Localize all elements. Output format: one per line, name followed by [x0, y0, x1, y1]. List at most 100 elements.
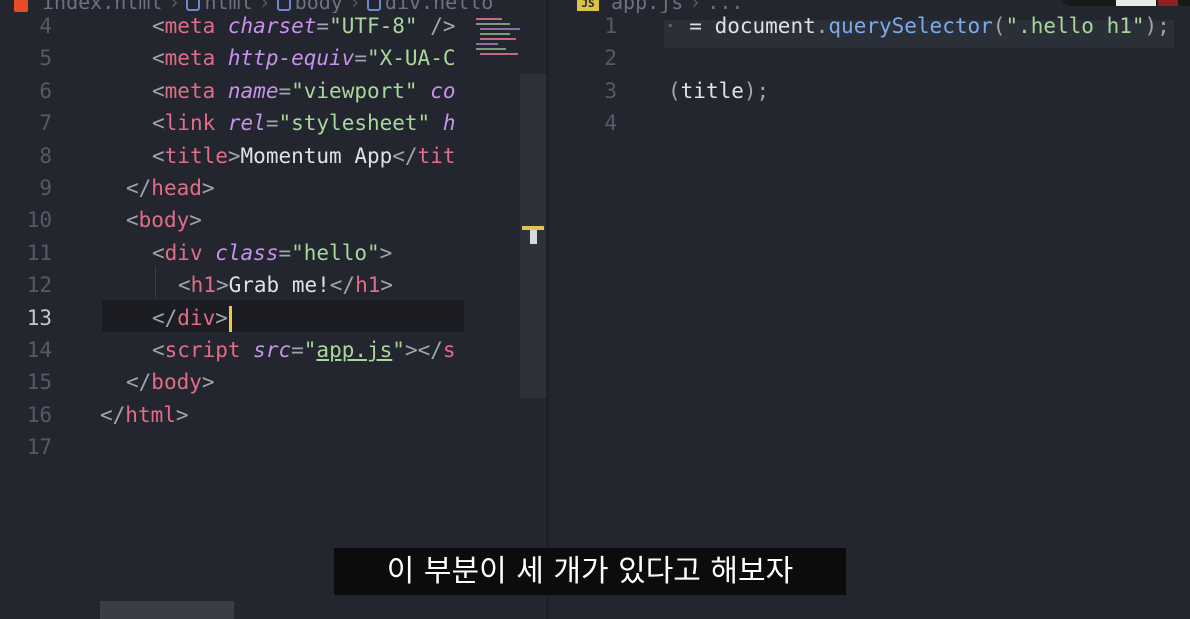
line-number: 11 [26, 241, 52, 265]
code-token: "hello" [291, 241, 380, 265]
code-token: ( [668, 79, 681, 103]
code-token: < [152, 338, 165, 362]
js-file-icon: JS [577, 0, 599, 11]
code-token: ); [1144, 14, 1170, 38]
horizontal-scrollbar[interactable] [100, 601, 234, 619]
code-token: title [680, 79, 744, 103]
code-line[interactable]: <link rel="stylesheet" h [152, 107, 456, 139]
code-line[interactable]: <div class="hello"> [152, 237, 392, 269]
presenter-hair [1158, 0, 1178, 6]
code-token: = [278, 241, 292, 265]
code-token: Momentum App [240, 144, 393, 168]
code-token: " [303, 338, 317, 362]
code-token: h [442, 111, 456, 135]
code-token: ".hello h1" [1005, 14, 1145, 38]
code-token: < [152, 111, 165, 135]
line-number: 9 [39, 176, 52, 200]
code-token: > [380, 273, 394, 297]
code-token: script [164, 338, 241, 362]
line-number: 16 [26, 403, 52, 427]
code-token: body [138, 208, 190, 232]
code-token: http-equiv [227, 46, 355, 70]
line-number: 10 [26, 208, 52, 232]
code-token: = [316, 14, 330, 38]
code-line[interactable]: <meta charset="UTF-8" /> [152, 10, 456, 42]
presenter-face [1116, 0, 1156, 6]
line-number: 2 [604, 46, 617, 70]
code-line[interactable]: <meta name="viewport" co [152, 75, 456, 107]
code-token: document [714, 14, 816, 38]
code-token: < [126, 208, 139, 232]
minimap[interactable] [470, 14, 522, 64]
code-token: > [201, 370, 215, 394]
code-token: < [178, 273, 191, 297]
line-number: 4 [39, 14, 52, 38]
line-number: 6 [39, 79, 52, 103]
code-token: body [151, 370, 202, 394]
code-token: </ [126, 370, 152, 394]
line-number: 12 [26, 273, 52, 297]
code-token: head [151, 176, 202, 200]
code-token: link [164, 111, 216, 135]
code-line[interactable]: <title>Momentum App</tit [152, 140, 455, 172]
code-token: </ [329, 273, 356, 297]
scrollbar-thumb[interactable] [530, 230, 537, 244]
code-token: < [152, 144, 165, 168]
code-token: title [164, 144, 228, 168]
code-token: > [215, 306, 228, 330]
code-token: = [354, 46, 367, 70]
code-line[interactable]: </head> [126, 172, 215, 204]
code-token: meta [164, 46, 216, 70]
code-token: . [815, 14, 829, 38]
code-line[interactable]: </body> [126, 366, 215, 398]
code-token: querySelector [828, 14, 993, 38]
code-line[interactable]: <body> [126, 204, 202, 236]
code-token: name [227, 79, 279, 103]
code-line[interactable]: <script src="app.js"></s [152, 334, 456, 366]
code-token: meta [164, 79, 216, 103]
code-token: src [253, 338, 292, 362]
code-token: app.js [316, 338, 393, 362]
code-token: < [152, 46, 165, 70]
code-token: "UTF-8" [329, 14, 418, 38]
webcam-overlay [1062, 0, 1190, 6]
line-number: 5 [39, 46, 52, 70]
code-line[interactable]: · = document.querySelector(".hello h1"); [664, 10, 1170, 42]
code-token: > [175, 403, 189, 427]
code-token: "X-UA-C [366, 46, 456, 70]
line-number: 1 [604, 14, 617, 38]
line-number: 8 [39, 144, 52, 168]
code-token: < [152, 79, 165, 103]
breadcrumb-file[interactable]: index.html [42, 0, 162, 13]
code-token: = [278, 79, 292, 103]
code-line[interactable]: <h1>Grab me!</h1> [178, 269, 393, 301]
code-token: </ [126, 176, 152, 200]
code-token: " [392, 338, 405, 362]
code-token: < [152, 241, 165, 265]
line-number: 7 [39, 111, 52, 135]
code-token: ( [992, 14, 1006, 38]
code-token: · [664, 14, 677, 38]
code-token: s [442, 338, 456, 362]
html-editor-pane[interactable]: index.html › html › body › div.hello 4 <meta ch… [0, 0, 546, 619]
code-token: h1 [190, 273, 216, 297]
code-line[interactable]: <meta http-equiv="X-UA-C [152, 42, 456, 74]
code-token: ); [743, 79, 770, 103]
code-token: html [125, 403, 176, 427]
subtitle-text: 이 부분이 세 개가 있다고 해보자 [386, 554, 794, 589]
line-number: 13 [26, 306, 52, 330]
code-line[interactable]: (title); [668, 75, 769, 107]
code-line[interactable]: </div> [152, 302, 232, 334]
code-token: </ [152, 306, 178, 330]
code-token: < [152, 14, 165, 38]
code-token: > [379, 241, 393, 265]
code-line[interactable]: </html> [100, 399, 189, 431]
js-editor-pane[interactable]: JS app.js ›... [549, 0, 1190, 619]
code-token: meta [164, 14, 216, 38]
